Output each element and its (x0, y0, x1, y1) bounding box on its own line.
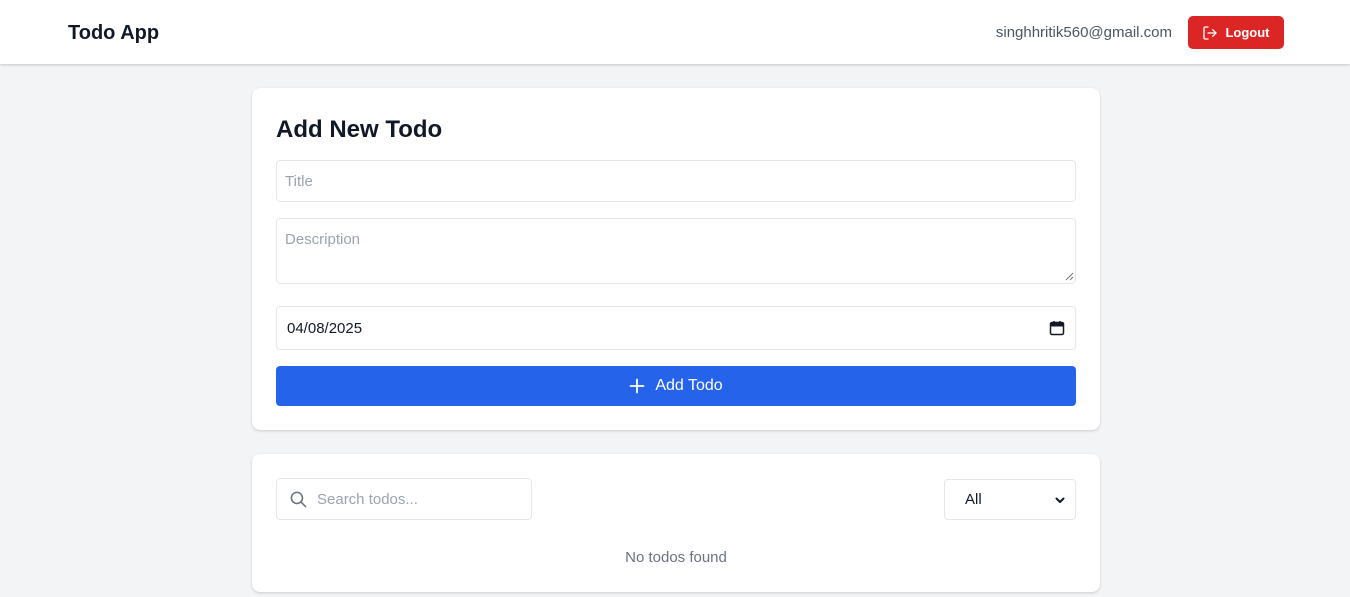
todo-list-card: All No todos found (252, 454, 1100, 592)
due-date-input[interactable]: 04/08/2025 (276, 306, 1076, 350)
add-todo-heading: Add New Todo (276, 116, 443, 143)
logout-label: Logout (1225, 25, 1270, 40)
user-email: singhhritik560@gmail.com (995, 24, 1172, 41)
navbar: Todo App singhhritik560@gmail.com Logout (0, 0, 1350, 64)
search-icon (290, 491, 307, 507)
calendar-icon[interactable] (1049, 320, 1065, 336)
add-todo-card: Add New Todo 04/08/2025 Add Todo (252, 88, 1100, 430)
description-input[interactable] (276, 218, 1076, 284)
status-filter-select[interactable]: All (944, 479, 1076, 520)
resize-grip-icon[interactable] (1065, 272, 1074, 281)
title-input[interactable] (276, 160, 1076, 202)
search-input[interactable] (317, 490, 517, 508)
add-todo-button[interactable]: Add Todo (276, 366, 1076, 406)
search-box[interactable] (276, 478, 532, 520)
logout-icon (1203, 25, 1218, 40)
empty-state-message: No todos found (625, 549, 727, 566)
plus-icon (629, 378, 645, 394)
add-todo-label: Add Todo (655, 377, 723, 394)
due-date-value: 04/08/2025 (287, 319, 363, 337)
chevron-down-icon (1055, 497, 1065, 503)
filter-selected-value: All (965, 491, 982, 508)
logout-button[interactable]: Logout (1188, 16, 1284, 49)
app-title: Todo App (68, 22, 160, 44)
